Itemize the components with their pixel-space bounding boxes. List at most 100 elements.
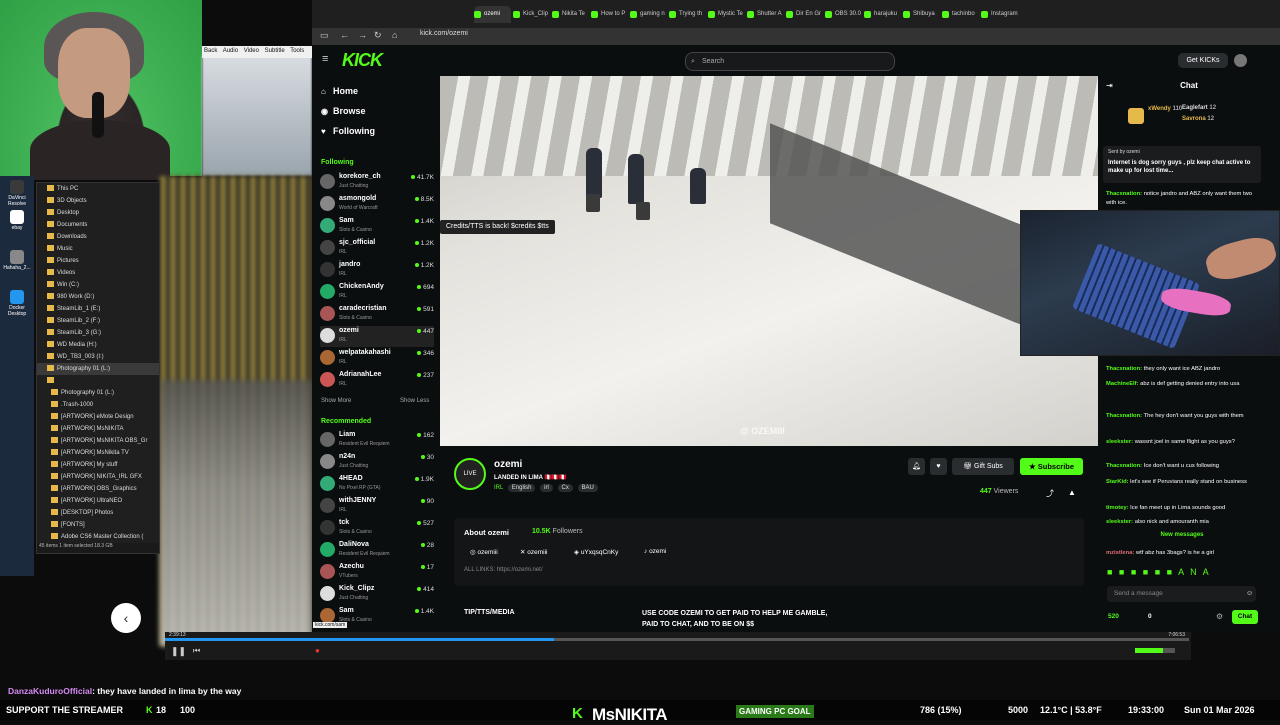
explorer-item[interactable]: Photography 01 (L:) — [37, 387, 159, 399]
explorer-item[interactable]: WD Media (H:) — [37, 339, 159, 351]
explorer-item[interactable]: Videos — [37, 267, 159, 279]
channel-item[interactable]: sjc_official IRL 1.2K — [320, 238, 434, 259]
desktop-icon-docker[interactable]: Docker Desktop — [3, 290, 31, 317]
explorer-item[interactable]: SteamLib_3 (G:) — [37, 327, 159, 339]
tiktok-link[interactable]: ♪ ozemi — [644, 548, 666, 555]
tag-irl[interactable]: irl — [540, 484, 553, 492]
explorer-item[interactable]: Photography 01 (L:) — [37, 363, 159, 375]
explorer-item[interactable]: [ARTWORK] eMote Design — [37, 411, 159, 423]
menu-subtitle[interactable]: Subtitle — [265, 48, 285, 54]
channel-item[interactable]: Kick_Clipz Just Chatting 414 — [320, 584, 434, 605]
streamer-name[interactable]: ozemi — [494, 459, 522, 470]
desktop-icon-hahaha[interactable]: Hahaha_2... — [3, 250, 31, 271]
tag-cx[interactable]: Cx — [557, 484, 573, 492]
menu-audio[interactable]: Audio — [223, 48, 238, 54]
explorer-item[interactable]: 980 Work (D:) — [37, 291, 159, 303]
tab-11[interactable]: Shibuya — [903, 6, 940, 23]
gifter-savrona[interactable]: Savrona 12 — [1182, 116, 1214, 122]
instagram-link[interactable]: ◎ ozemiii — [470, 548, 498, 556]
channel-item[interactable]: caradecristian Slots & Casino 591 — [320, 304, 434, 325]
record-icon[interactable]: ● — [315, 646, 320, 655]
channel-item[interactable]: n24n Just Chatting 30 — [320, 452, 434, 473]
explorer-item[interactable]: WD_TB3_003 (I:) — [37, 351, 159, 363]
back-arrow-button[interactable]: ‹ — [111, 603, 141, 633]
show-more-button[interactable]: Show More — [321, 398, 351, 404]
seek-bar[interactable] — [165, 638, 1189, 641]
tab-10[interactable]: harajuku — [864, 6, 901, 23]
menu-back[interactable]: Back — [204, 48, 217, 54]
back-icon[interactable]: ← — [340, 30, 349, 40]
new-messages-indicator[interactable]: New messages — [1098, 532, 1266, 538]
channel-item[interactable]: Azechu VTubers 17 — [320, 562, 434, 583]
explorer-item[interactable]: [DESKTOP] Photos — [37, 507, 159, 519]
explorer-item[interactable]: Music — [37, 243, 159, 255]
get-kicks-button[interactable]: Get KICKs — [1178, 53, 1228, 68]
explorer-item[interactable]: [ARTWORK] UltraNEO — [37, 495, 159, 507]
channel-item[interactable]: withJENNY IRL 90 — [320, 496, 434, 517]
sidebar-icon[interactable]: ▭ — [320, 30, 329, 41]
channel-item[interactable]: welpatakahashi IRL 346 — [320, 348, 434, 369]
kicks-balance[interactable]: 0 — [1148, 613, 1152, 620]
channel-item[interactable]: Liam Resident Evil Requiem 162 — [320, 430, 434, 451]
x-link[interactable]: ✕ ozemiii — [520, 548, 548, 556]
explorer-item[interactable]: SteamLib_1 (E:) — [37, 303, 159, 315]
emoji-icon[interactable]: ☺ — [1246, 590, 1253, 597]
stream-video[interactable]: Credits/TTS is back! $credits $tts @ OZE… — [440, 76, 1098, 446]
gifter-xwendy[interactable]: xWendy 110 — [1148, 106, 1182, 112]
channel-item[interactable]: ChickenAndy IRL 694 — [320, 282, 434, 303]
explorer-item[interactable]: [ARTWORK] MsNikita TV — [37, 447, 159, 459]
channel-item[interactable]: korekore_ch Just Chatting 41.7K — [320, 172, 434, 193]
address-bar[interactable]: ▭ ← → ↻ ⌂ kick.com/ozemi — [312, 28, 1280, 45]
channel-item[interactable]: asmongold World of Warcraft 8.5K — [320, 194, 434, 215]
media-player-bar[interactable]: 2:39:13 7:06:53 ❚❚ ⏮︎ ● — [165, 632, 1191, 660]
share-icon[interactable]: ⤴ — [1046, 488, 1054, 499]
tab-0[interactable]: ozemi — [474, 6, 511, 23]
show-less-button[interactable]: Show Less — [400, 398, 429, 404]
streamer-avatar[interactable]: LIVE — [454, 458, 486, 490]
explorer-item[interactable]: [ARTWORK] NIKITA_IRL GFX — [37, 471, 159, 483]
url-text[interactable]: kick.com/ozemi — [420, 30, 468, 37]
send-chat-button[interactable]: Chat — [1232, 610, 1258, 624]
settings-gear-icon[interactable]: ⚙ — [1216, 612, 1223, 621]
explorer-item[interactable]: Documents — [37, 219, 159, 231]
tab-4[interactable]: gaming n — [630, 6, 667, 23]
reload-icon[interactable]: ↻ — [374, 30, 382, 41]
subscribe-button[interactable]: ★ Subscribe — [1020, 458, 1083, 475]
menu-tools[interactable]: Tools — [290, 48, 304, 54]
desktop-icon-ebay[interactable]: ebay — [3, 210, 31, 231]
volume-slider[interactable] — [1135, 648, 1175, 653]
channel-item[interactable]: AdrianahLee IRL 237 — [320, 370, 434, 391]
hamburger-menu-icon[interactable]: ≡ — [322, 53, 328, 65]
tab-1[interactable]: Kick_Clip — [513, 6, 550, 23]
explorer-item[interactable] — [37, 375, 159, 387]
emote-bar[interactable]: ■ ■ ■ ■ ■ ■ A N A — [1107, 567, 1262, 579]
search-input[interactable]: ⌕ Search — [685, 52, 895, 71]
explorer-item[interactable]: [ARTWORK] MsNIKITA OBS_Gr — [37, 435, 159, 447]
stream-category[interactable]: IRL — [494, 485, 503, 491]
chat-input[interactable]: Send a message — [1107, 586, 1256, 602]
explorer-item[interactable]: SteamLib_2 (F:) — [37, 315, 159, 327]
pause-icon[interactable]: ❚❚ — [171, 646, 186, 657]
explorer-item[interactable]: .Trash-1000 — [37, 399, 159, 411]
explorer-item[interactable]: Pictures — [37, 255, 159, 267]
tab-5[interactable]: Trying th — [669, 6, 706, 23]
gifter-eaglefart[interactable]: Eaglefart 12 — [1182, 105, 1216, 111]
channel-item[interactable]: DaliNova Resident Evil Requiem 28 — [320, 540, 434, 561]
tab-13[interactable]: Instagram — [981, 6, 1018, 23]
channel-item[interactable]: ozemi IRL 447 — [320, 326, 434, 347]
avatar[interactable] — [1234, 54, 1247, 67]
nav-following[interactable]: ♥ Following — [321, 126, 375, 136]
bell-icon[interactable]: 🔔︎ — [908, 458, 925, 475]
media-player-menu[interactable]: Back Audio Video Subtitle Tools — [202, 46, 312, 58]
explorer-item[interactable]: [ARTWORK] My stuff — [37, 459, 159, 471]
kick-logo[interactable]: KICK — [342, 50, 383, 71]
channel-item[interactable]: jandro IRL 1.2K — [320, 260, 434, 281]
explorer-item[interactable]: Downloads — [37, 231, 159, 243]
tab-6[interactable]: Mystic Te — [708, 6, 745, 23]
explorer-item[interactable]: Win (C:) — [37, 279, 159, 291]
tab-12[interactable]: tachinbo — [942, 6, 979, 23]
tab-7[interactable]: Shutter A — [747, 6, 784, 23]
heart-follow-icon[interactable]: ♥ — [930, 458, 947, 475]
tab-8[interactable]: Dir En Gr — [786, 6, 823, 23]
channel-item[interactable]: tck Slots & Casino 527 — [320, 518, 434, 539]
